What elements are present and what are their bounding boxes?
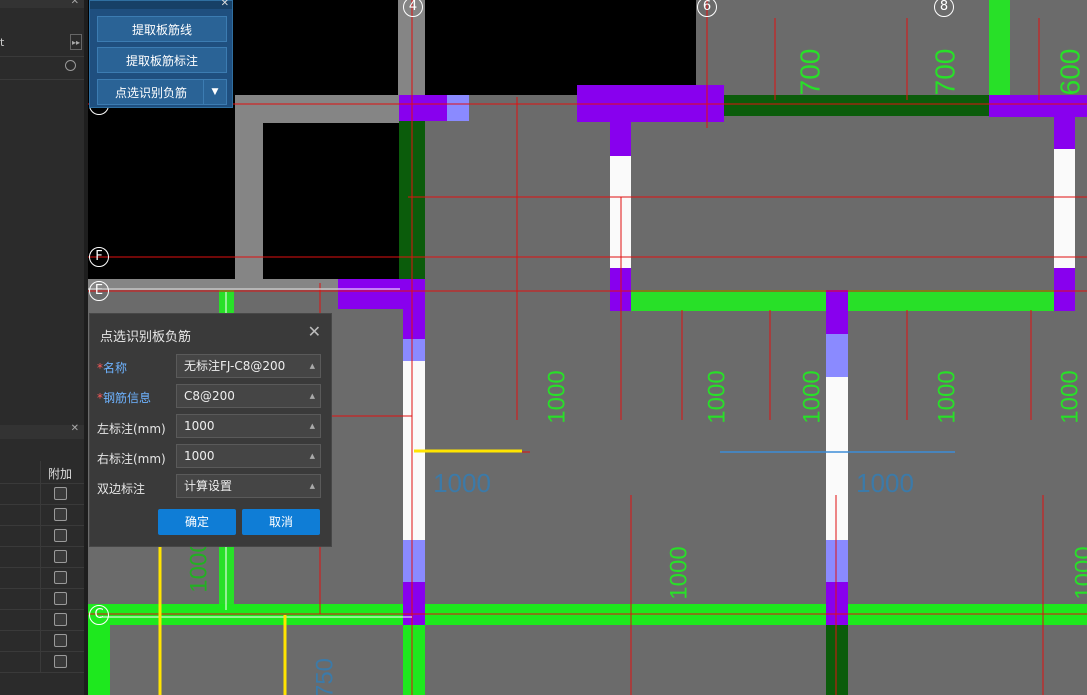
column (989, 95, 1087, 117)
table-row (0, 547, 84, 568)
close-icon[interactable]: ✕ (71, 423, 79, 434)
pick-negative-rebar-button[interactable]: 点选识别负筋 ▼ (97, 79, 227, 105)
name-select[interactable]: 无标注FJ-C8@200 ▲ (176, 354, 321, 378)
attach-checkbox[interactable] (54, 655, 67, 668)
table-row (0, 568, 84, 589)
dimension-label: 1000 (933, 370, 960, 423)
dimension-label: 1000 (856, 468, 914, 498)
wall-green (631, 290, 826, 311)
field-label-rebar-info: *钢筋信息 (97, 391, 152, 405)
dimension-label: 1000 (798, 370, 825, 423)
opening (235, 0, 398, 95)
column-header-attach: 附加 (48, 467, 73, 481)
dimension-label: 1000 (703, 370, 730, 423)
panel2-header: ✕ (0, 423, 84, 439)
column (1054, 117, 1075, 149)
attach-checkbox[interactable] (54, 508, 67, 521)
pick-negative-rebar-dialog: 点选识别板负筋 ✕ *名称 无标注FJ-C8@200 ▲ *钢筋信息 C8@200… (89, 313, 332, 547)
opening (425, 0, 696, 95)
column-light (403, 540, 425, 582)
dimension-label: 750 (311, 658, 338, 695)
both-sides-select[interactable]: 计算设置 ▲ (176, 474, 321, 498)
panel-header: ✕ (0, 0, 84, 8)
cancel-button[interactable]: 取消 (242, 509, 320, 535)
search-row[interactable] (0, 57, 84, 80)
close-icon[interactable]: ✕ (221, 0, 229, 9)
column (610, 122, 631, 156)
dimension-label: 700 (929, 49, 960, 96)
column (826, 582, 848, 625)
column-light (447, 95, 469, 121)
column-light (826, 540, 848, 582)
attach-checkbox[interactable] (54, 487, 67, 500)
close-icon[interactable]: ✕ (71, 0, 79, 7)
wall-dark (826, 620, 848, 695)
dimension-label: 1000 (543, 370, 570, 423)
wall-green (403, 625, 425, 695)
wall-green (989, 0, 1010, 95)
table-row (0, 526, 84, 547)
dropdown-arrow-icon[interactable]: ▼ (203, 80, 226, 104)
column-light (403, 339, 425, 361)
attach-checkbox[interactable] (54, 613, 67, 626)
field-label-right-dim: 右标注(mm) (97, 452, 166, 466)
table-row (0, 484, 84, 505)
column (399, 95, 447, 121)
beam-white (826, 377, 848, 540)
wall-dark (724, 95, 989, 116)
table-row (0, 652, 84, 673)
search-icon[interactable] (65, 60, 76, 71)
field-label-name: *名称 (97, 361, 128, 375)
wall-green (88, 625, 110, 695)
beam-white (1054, 149, 1075, 268)
axis-bubble-C: C (89, 605, 109, 625)
attach-checkbox[interactable] (54, 550, 67, 563)
left-dim-select[interactable]: 1000 ▲ (176, 414, 321, 438)
wall-green (848, 290, 1054, 311)
dimension-label: 600 (1054, 49, 1085, 96)
dimension-label: 1000 (665, 546, 692, 599)
property-row[interactable]: t ▸▸ (0, 30, 84, 57)
axis-bubble-F: F (89, 247, 109, 267)
rebar-info-select[interactable]: C8@200 ▲ (176, 384, 321, 408)
dimension-label: 1000 (1070, 546, 1087, 599)
dimension-label: 1000 (433, 468, 491, 498)
column (826, 290, 848, 334)
dimension-label: 700 (794, 49, 825, 96)
opening (263, 123, 399, 279)
attach-checkbox[interactable] (54, 571, 67, 584)
table-row (0, 505, 84, 526)
table-row (0, 631, 84, 652)
table-header: 附加 (0, 461, 84, 484)
column (403, 582, 425, 625)
attach-checkbox[interactable] (54, 529, 67, 542)
dialog-title: 点选识别板负筋 (100, 330, 192, 345)
pick-negative-rebar-label: 点选识别负筋 (114, 86, 187, 100)
dimension-label: 1000 (185, 539, 212, 592)
attach-checkbox[interactable] (54, 592, 67, 605)
extract-toolbar: ✕ 提取板筋线 提取板筋标注 点选识别负筋 ▼ (89, 0, 233, 108)
left-dock-panel: ✕ t ▸▸ ✕ 附加 (0, 0, 88, 695)
attach-checkbox[interactable] (54, 634, 67, 647)
extract-rebar-labels-button[interactable]: 提取板筋标注 (97, 47, 227, 73)
row-label: t (0, 36, 5, 49)
column (403, 309, 425, 339)
field-label-left-dim: 左标注(mm) (97, 422, 166, 436)
table-row (0, 589, 84, 610)
extract-rebar-lines-button[interactable]: 提取板筋线 (97, 16, 227, 42)
field-label-both-sides: 双边标注 (97, 482, 146, 496)
axis-bubble-E: E (89, 281, 109, 301)
table-row (0, 610, 84, 631)
right-dim-select[interactable]: 1000 ▲ (176, 444, 321, 468)
expand-icon[interactable]: ▸▸ (70, 34, 82, 50)
close-icon[interactable]: ✕ (308, 322, 321, 341)
column-light (826, 334, 848, 377)
ok-button[interactable]: 确定 (158, 509, 236, 535)
column (1054, 268, 1075, 311)
dimension-label: 1000 (1056, 370, 1083, 423)
